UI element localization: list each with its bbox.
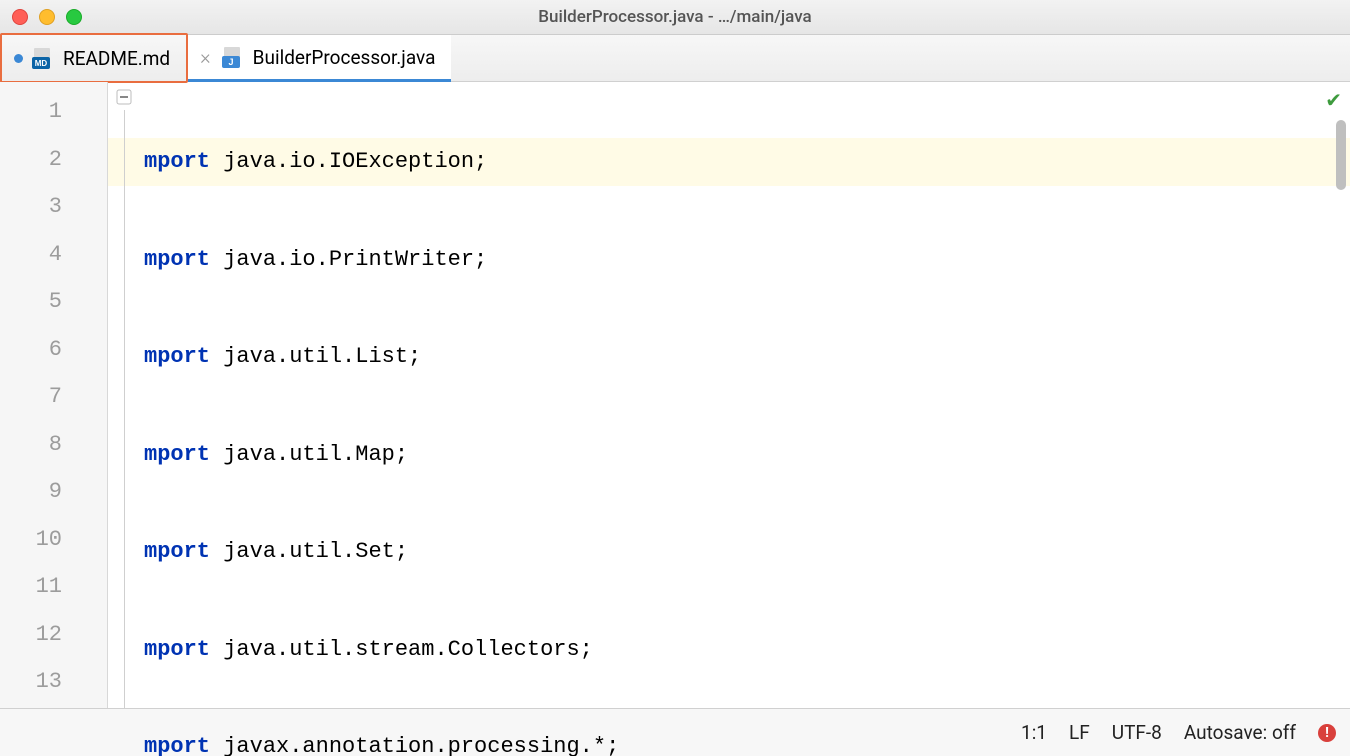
tab-builderprocessor[interactable]: × J BuilderProcessor.java xyxy=(188,35,451,82)
modified-indicator-icon xyxy=(14,54,23,63)
code-text: java.io.PrintWriter; xyxy=(210,247,487,272)
line-number[interactable]: 11 xyxy=(0,563,107,611)
tab-readme[interactable]: MD README.md xyxy=(0,33,188,83)
line-number[interactable]: 1 xyxy=(0,88,107,136)
line-number[interactable]: 2 xyxy=(0,136,107,184)
code-text: java.util.stream.Collectors; xyxy=(210,637,593,662)
close-tab-icon[interactable]: × xyxy=(200,45,210,69)
code-view[interactable]: mport java.io.IOException; mport java.io… xyxy=(108,82,1350,708)
keyword: mport xyxy=(144,247,210,272)
fold-guide-line xyxy=(124,110,125,708)
code-line[interactable]: mport java.util.Set; xyxy=(144,528,1350,576)
code-line[interactable]: mport java.io.IOException; xyxy=(108,138,1350,186)
code-line[interactable]: mport java.util.List; xyxy=(144,333,1350,381)
titlebar: BuilderProcessor.java - …/main/java xyxy=(0,0,1350,35)
java-file-icon: J xyxy=(222,46,244,68)
inspection-ok-icon[interactable]: ✔ xyxy=(1325,88,1342,112)
line-number[interactable]: 9 xyxy=(0,468,107,516)
code-text: java.util.List; xyxy=(210,344,421,369)
code-text: java.util.Map; xyxy=(210,442,408,467)
fold-collapse-icon[interactable] xyxy=(115,88,133,108)
keyword: mport xyxy=(144,539,210,564)
code-line[interactable]: mport javax.annotation.processing.*; xyxy=(144,723,1350,756)
code-text: java.util.Set; xyxy=(210,539,408,564)
line-number[interactable]: 3 xyxy=(0,183,107,231)
keyword: mport xyxy=(144,149,210,174)
editor-tabbar: MD README.md × J BuilderProcessor.java xyxy=(0,35,1350,82)
line-number[interactable]: 13 xyxy=(0,658,107,706)
editor-area[interactable]: 1 2 3 4 5 6 7 8 9 10 11 12 13 mport java… xyxy=(0,82,1350,708)
window-title: BuilderProcessor.java - …/main/java xyxy=(0,7,1350,27)
zoom-window-button[interactable] xyxy=(66,9,82,25)
line-number[interactable]: 10 xyxy=(0,516,107,564)
tab-label: README.md xyxy=(63,47,170,70)
minimize-window-button[interactable] xyxy=(39,9,55,25)
line-number[interactable]: 8 xyxy=(0,421,107,469)
line-number-gutter[interactable]: 1 2 3 4 5 6 7 8 9 10 11 12 13 xyxy=(0,82,108,708)
code-text: java.io.IOException; xyxy=(210,149,487,174)
line-number[interactable]: 7 xyxy=(0,373,107,421)
markdown-file-icon: MD xyxy=(32,47,54,69)
vertical-scrollbar[interactable] xyxy=(1336,120,1346,190)
code-text: javax.annotation.processing.*; xyxy=(210,734,619,756)
close-window-button[interactable] xyxy=(12,9,28,25)
keyword: mport xyxy=(144,344,210,369)
line-number[interactable]: 5 xyxy=(0,278,107,326)
keyword: mport xyxy=(144,637,210,662)
keyword: mport xyxy=(144,734,210,756)
line-number[interactable]: 4 xyxy=(0,231,107,279)
keyword: mport xyxy=(144,442,210,467)
svg-text:MD: MD xyxy=(35,59,48,68)
svg-text:J: J xyxy=(228,57,233,67)
code-line[interactable]: mport java.util.stream.Collectors; xyxy=(144,626,1350,674)
tab-label: BuilderProcessor.java xyxy=(253,46,436,69)
code-line[interactable]: mport java.util.Map; xyxy=(144,431,1350,479)
traffic-lights xyxy=(12,9,82,25)
line-number[interactable]: 6 xyxy=(0,326,107,374)
line-number[interactable]: 12 xyxy=(0,611,107,659)
code-line[interactable]: mport java.io.PrintWriter; xyxy=(144,236,1350,284)
